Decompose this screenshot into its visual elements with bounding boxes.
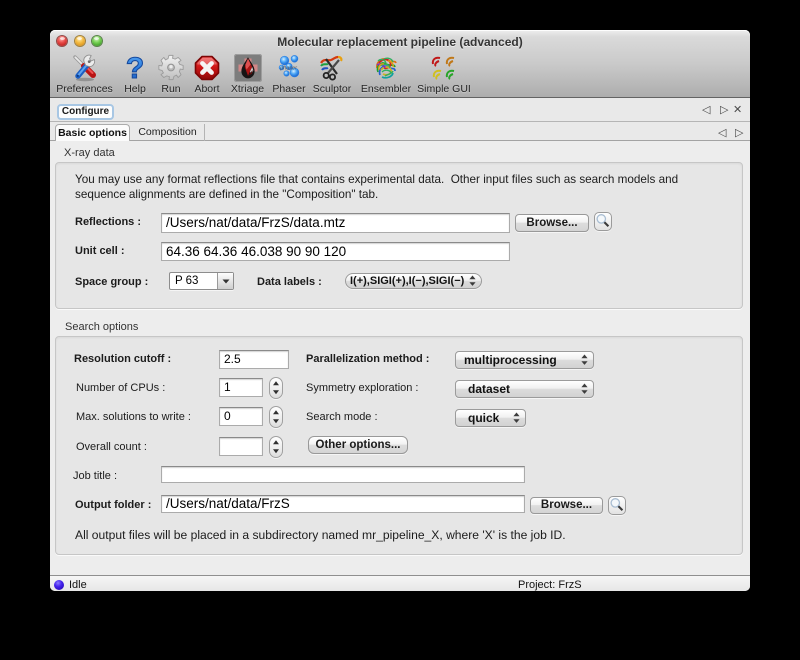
svg-text:phaser: phaser xyxy=(279,66,298,72)
svg-text:?: ? xyxy=(126,54,144,82)
